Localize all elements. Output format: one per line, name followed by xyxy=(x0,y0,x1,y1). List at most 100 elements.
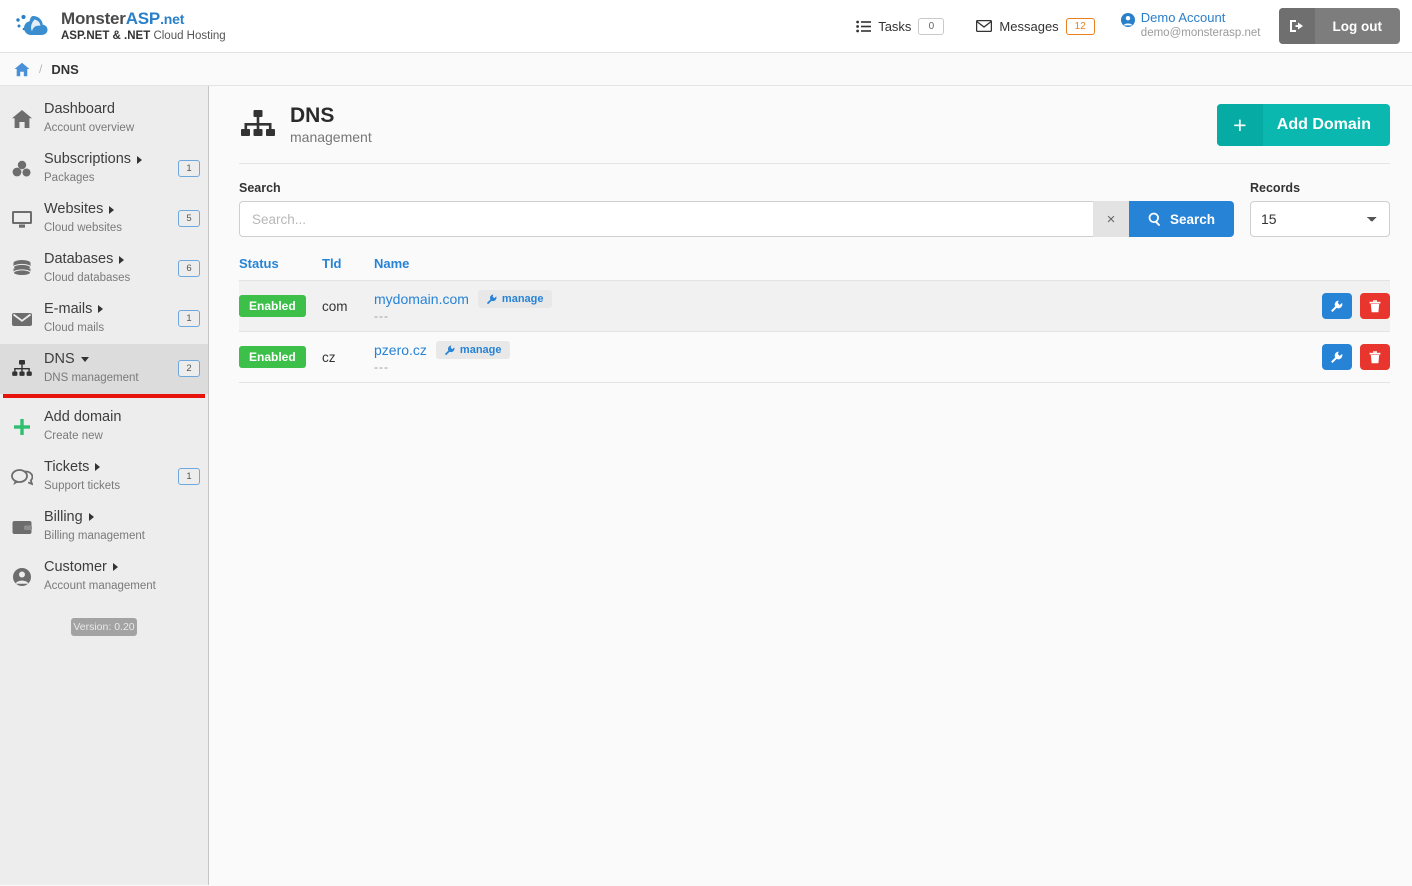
records-select[interactable]: 15 xyxy=(1250,201,1390,237)
clear-search-button[interactable]: × xyxy=(1092,201,1129,237)
search-button[interactable]: Search xyxy=(1128,201,1234,237)
brand-tagline: ASP.NET & .NET Cloud Hosting xyxy=(61,29,226,42)
version-badge: Version: 0.20 xyxy=(71,617,137,636)
sidebar-label: Customer xyxy=(44,558,107,575)
chevron-right-icon xyxy=(98,305,104,314)
breadcrumb: / DNS xyxy=(0,53,1412,86)
sidebar-item-subscriptions[interactable]: Subscriptions Packages 1 xyxy=(0,144,208,194)
messages-label: Messages xyxy=(999,18,1059,34)
delete-button[interactable] xyxy=(1360,344,1390,370)
chevron-right-icon xyxy=(119,255,125,264)
chevron-right-icon xyxy=(109,205,115,214)
brand-title: MonsterASP.net xyxy=(61,9,185,29)
column-header-actions xyxy=(1280,256,1390,281)
chat-icon xyxy=(10,465,34,489)
column-header-name[interactable]: Name xyxy=(374,256,1280,281)
sidebar-sublabel: Create new xyxy=(44,430,103,443)
sidebar-label: Subscriptions xyxy=(44,150,132,167)
table-header-row: Status Tld Name xyxy=(239,256,1390,281)
sidebar-item-emails[interactable]: E-mails Cloud mails 1 xyxy=(0,294,208,344)
cell-status: Enabled xyxy=(239,331,322,383)
sidebar-item-dns[interactable]: DNS DNS management 2 xyxy=(0,343,208,398)
column-header-status[interactable]: Status xyxy=(239,256,322,281)
sidebar-count-badge: 1 xyxy=(178,310,200,328)
monitor-icon xyxy=(10,207,34,231)
chevron-right-icon xyxy=(88,513,94,522)
packages-icon xyxy=(10,157,34,181)
sidebar-item-tickets[interactable]: Tickets Support tickets 1 xyxy=(0,452,208,502)
sidebar-sublabel: Cloud websites xyxy=(44,222,122,235)
status-badge: Enabled xyxy=(239,295,306,317)
sidebar-item-billing[interactable]: Billing Billing management xyxy=(0,502,208,552)
database-icon xyxy=(10,257,34,281)
cloud-logo-icon xyxy=(14,10,52,42)
wrench-icon xyxy=(1330,351,1343,364)
sidebar-sublabel: Account management xyxy=(44,579,156,592)
brand-logo-block[interactable]: MonsterASP.net ASP.NET & .NET Cloud Host… xyxy=(14,10,226,42)
sidebar: Dashboard Account overview Subscriptions… xyxy=(0,86,209,885)
account-menu[interactable]: Demo Account demo@monsterasp.net xyxy=(1111,10,1275,40)
wrench-icon xyxy=(444,345,455,356)
delete-button[interactable] xyxy=(1360,293,1390,319)
tasks-item[interactable]: Tasks 0 xyxy=(840,17,960,35)
sidebar-item-websites[interactable]: Websites Cloud websites 5 xyxy=(0,194,208,244)
tasks-label: Tasks xyxy=(878,18,912,34)
brand-text: MonsterASP.net ASP.NET & .NET Cloud Host… xyxy=(61,10,226,42)
dns-domains-table: Status Tld Name Enabled com mydomain.com xyxy=(239,256,1390,383)
cell-actions xyxy=(1280,280,1390,332)
top-header: MonsterASP.net ASP.NET & .NET Cloud Host… xyxy=(0,0,1412,53)
sidebar-sublabel: Packages xyxy=(44,172,95,185)
status-badge: Enabled xyxy=(239,346,306,368)
edit-button[interactable] xyxy=(1321,344,1352,370)
sidebar-label: Dashboard xyxy=(44,101,115,117)
search-label: Search xyxy=(239,181,281,195)
tasks-list-icon xyxy=(856,20,872,33)
sitemap-icon xyxy=(239,108,277,142)
cell-actions xyxy=(1280,331,1390,383)
column-header-tld[interactable]: Tld xyxy=(322,256,374,281)
wallet-icon xyxy=(10,515,34,539)
sidebar-sublabel: DNS management xyxy=(44,372,139,385)
plus-icon: + xyxy=(1216,104,1263,146)
manage-button[interactable]: manage xyxy=(477,290,552,308)
add-domain-button[interactable]: + Add Domain xyxy=(1216,104,1390,146)
account-email: demo@monsterasp.net xyxy=(1140,27,1261,40)
chevron-right-icon xyxy=(137,155,143,164)
cell-status: Enabled xyxy=(239,280,322,332)
main-content: DNS management + Add Domain Search × xyxy=(209,86,1412,885)
sidebar-count-badge: 1 xyxy=(178,160,200,178)
messages-item[interactable]: Messages 12 xyxy=(960,17,1110,35)
search-input[interactable] xyxy=(239,201,1093,237)
sidebar-item-databases[interactable]: Databases Cloud databases 6 xyxy=(0,244,208,294)
sidebar-sublabel: Cloud databases xyxy=(44,272,131,285)
chevron-right-icon xyxy=(112,563,118,572)
domain-detail: --- xyxy=(374,309,389,323)
tasks-count-badge: 0 xyxy=(918,17,945,35)
manage-label: manage xyxy=(501,293,544,305)
wrench-icon xyxy=(486,294,497,305)
domain-link[interactable]: mydomain.com xyxy=(374,291,469,307)
envelope-icon xyxy=(976,20,993,32)
page-header: DNS management + Add Domain xyxy=(239,104,1390,164)
sidebar-item-customer[interactable]: Customer Account management xyxy=(0,552,208,602)
home-icon[interactable] xyxy=(14,62,30,77)
header-actions: Tasks 0 Messages 12 Demo Account demo@mo… xyxy=(840,8,1400,44)
records-label: Records xyxy=(1250,181,1301,195)
logout-button[interactable]: Log out xyxy=(1278,8,1400,44)
magnifier-icon xyxy=(1148,212,1162,226)
sitemap-icon xyxy=(10,357,34,381)
sidebar-label: Billing xyxy=(44,508,83,525)
logout-label: Log out xyxy=(1332,18,1382,34)
trash-icon xyxy=(1369,350,1381,364)
sidebar-count-badge: 2 xyxy=(178,360,200,378)
cell-name: pzero.cz manage --- xyxy=(374,331,1280,383)
manage-button[interactable]: manage xyxy=(435,341,510,359)
edit-button[interactable] xyxy=(1321,293,1352,319)
cell-tld: com xyxy=(322,280,374,332)
sidebar-item-dashboard[interactable]: Dashboard Account overview xyxy=(0,94,208,144)
home-icon xyxy=(10,107,34,131)
domain-link[interactable]: pzero.cz xyxy=(374,342,427,358)
domain-detail: --- xyxy=(374,360,389,374)
sidebar-item-add-domain[interactable]: Add domain Create new xyxy=(0,402,208,452)
sidebar-label: DNS xyxy=(44,350,75,367)
